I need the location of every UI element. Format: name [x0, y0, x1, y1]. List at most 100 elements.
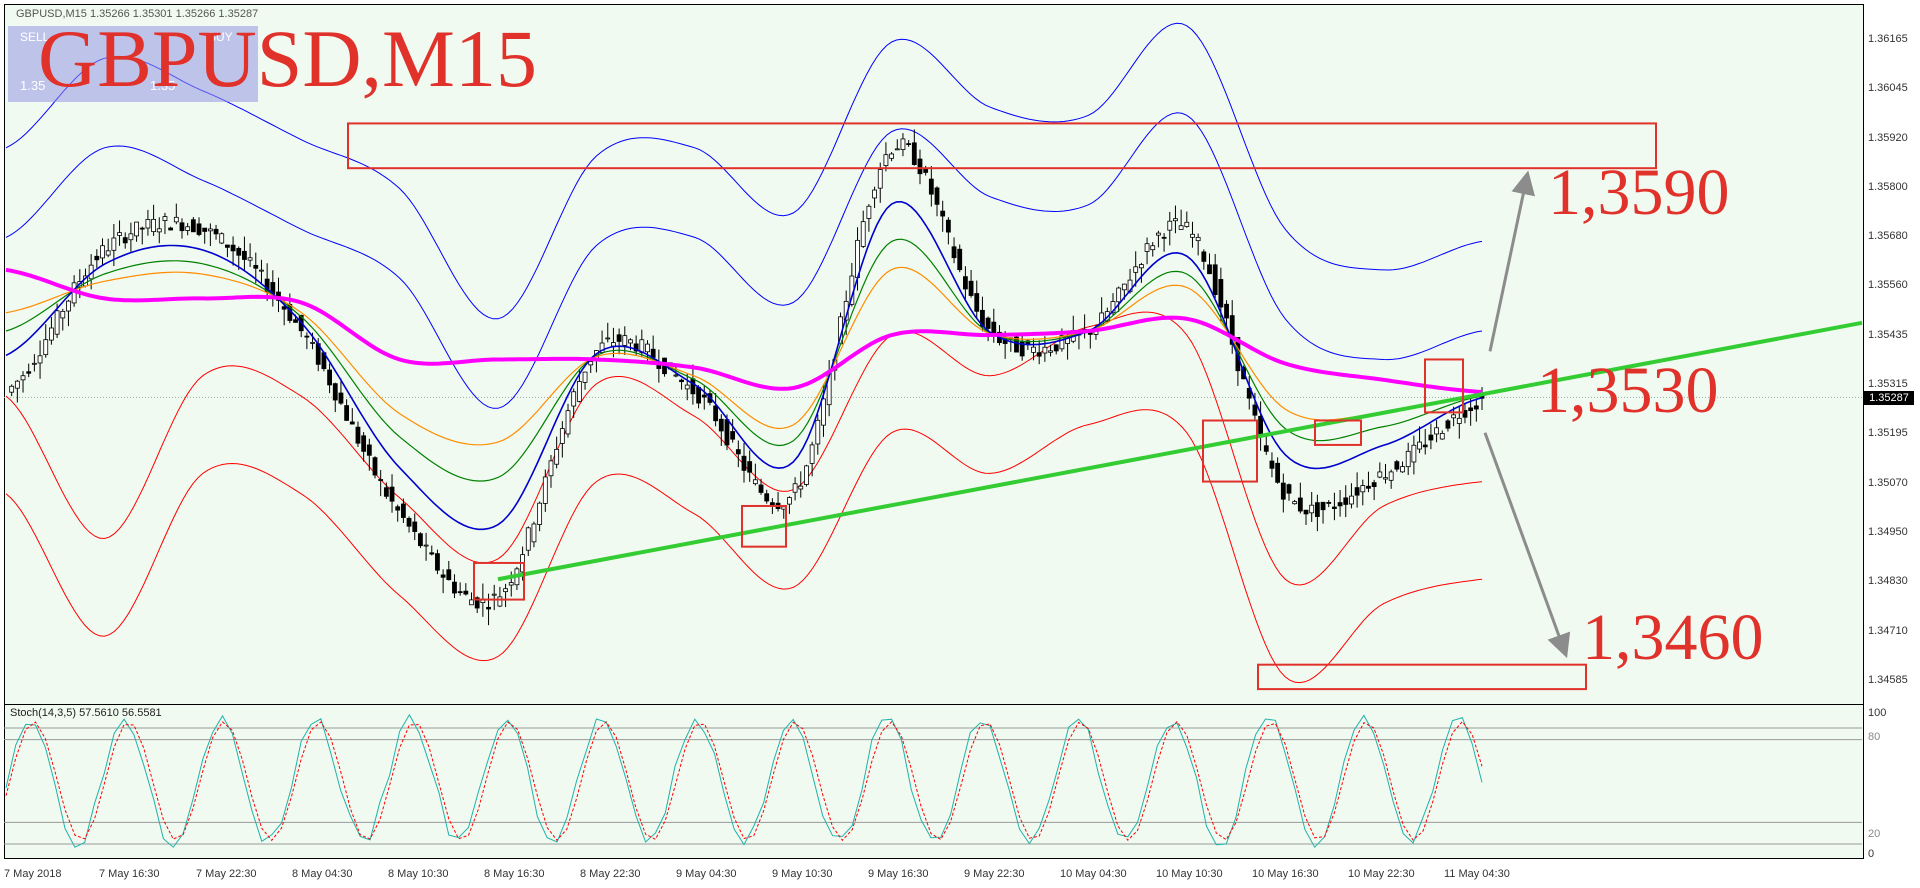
candle-body — [1377, 471, 1383, 478]
candle-body — [54, 310, 60, 335]
candle-body — [968, 280, 974, 296]
candle-body — [14, 380, 20, 389]
time-tick: 7 May 2018 — [4, 868, 62, 880]
candle-body — [911, 142, 917, 165]
candle-body — [26, 371, 32, 374]
candle-body — [1422, 444, 1428, 448]
level-label-middle: 1,3530 — [1537, 354, 1719, 427]
candle-body — [281, 306, 287, 310]
candle-body — [1116, 287, 1122, 303]
price-tick: 1.34585 — [1868, 674, 1908, 686]
candle-body — [1473, 405, 1479, 410]
candle-body — [1303, 509, 1309, 515]
candle-body — [1326, 502, 1332, 504]
candle-body — [332, 383, 338, 401]
time-tick: 10 May 16:30 — [1252, 868, 1319, 880]
candle-body — [196, 223, 202, 235]
level-label-upper: 1,3590 — [1548, 156, 1730, 229]
candle-body — [1263, 445, 1269, 452]
price-tick: 1.35435 — [1868, 329, 1908, 341]
candle-body — [1195, 236, 1201, 242]
time-tick: 11 May 04:30 — [1444, 868, 1510, 880]
current-price-badge: 1.35287 — [1864, 391, 1914, 405]
candle-body — [1275, 462, 1281, 483]
candle-body — [1178, 225, 1184, 230]
candle-body — [469, 599, 474, 606]
price-tick: 1.34950 — [1868, 526, 1908, 538]
candle-body — [491, 593, 497, 596]
candle-body — [1218, 279, 1224, 308]
candle-body — [588, 361, 594, 366]
candle-body — [1036, 352, 1042, 357]
candle-body — [1309, 504, 1315, 514]
candle-body — [1121, 283, 1127, 291]
price-tick: 1.35800 — [1868, 181, 1908, 193]
candle-body — [537, 502, 543, 525]
candle-body — [253, 264, 259, 269]
candle-body — [1320, 501, 1326, 511]
candle-body — [1349, 495, 1354, 505]
candle-body — [713, 405, 719, 422]
candle-body — [168, 227, 174, 231]
candle-body — [349, 421, 355, 425]
candle-body — [1269, 460, 1275, 469]
stoch-tick: 100 — [1868, 707, 1887, 719]
candle-body — [236, 248, 242, 256]
candle-body — [531, 523, 537, 543]
candle-body — [945, 219, 951, 233]
candle-body — [366, 444, 372, 456]
candle-body — [503, 588, 508, 593]
time-tick: 9 May 16:30 — [868, 868, 929, 880]
sma-magenta-line — [5, 267, 1483, 394]
time-tick: 7 May 22:30 — [196, 868, 257, 880]
candle-body — [1400, 466, 1405, 473]
time-tick: 9 May 10:30 — [772, 868, 833, 880]
candle-body — [571, 391, 577, 407]
candle-body — [1048, 350, 1053, 353]
candle-body — [1053, 344, 1059, 352]
candle-body — [696, 386, 701, 404]
candle-body — [134, 221, 139, 237]
candle-body — [883, 154, 889, 167]
candle-body — [622, 335, 628, 346]
candle-body — [974, 293, 980, 312]
time-tick: 10 May 22:30 — [1348, 868, 1415, 880]
candle-body — [9, 385, 15, 393]
candle-body — [605, 337, 611, 340]
candle-body — [525, 527, 531, 551]
candle-body — [1343, 497, 1349, 505]
stoch-tick: 80 — [1868, 731, 1881, 743]
candle-body — [508, 582, 514, 586]
price-tick: 1.35560 — [1868, 279, 1908, 291]
candle-body — [934, 187, 940, 205]
candle-body — [190, 219, 196, 233]
time-tick: 9 May 04:30 — [676, 868, 737, 880]
candle-body — [213, 228, 219, 235]
candle-body — [673, 374, 679, 377]
candle-body — [247, 257, 253, 261]
candle-body — [327, 369, 332, 386]
candle-body — [752, 479, 758, 485]
candle-body — [1280, 482, 1286, 500]
candle-body — [1173, 218, 1178, 222]
candle-body — [559, 428, 565, 444]
candle-body — [423, 544, 429, 547]
candle-body — [219, 233, 225, 244]
candle-body — [1133, 266, 1139, 273]
candle-body — [242, 250, 247, 260]
candle-body — [1144, 243, 1150, 252]
candle-body — [1167, 220, 1173, 231]
candle-body — [701, 394, 707, 398]
candle-body — [1258, 415, 1263, 436]
candle-body — [628, 339, 633, 344]
candle-body — [815, 419, 821, 445]
time-tick: 9 May 22:30 — [964, 868, 1025, 880]
candle-body — [435, 553, 440, 571]
candle-body — [889, 153, 894, 159]
candle-body — [872, 189, 877, 199]
candle-body — [951, 246, 957, 259]
candle-body — [1190, 233, 1195, 238]
candle-body — [730, 431, 736, 440]
time-tick: 7 May 16:30 — [99, 868, 160, 880]
candle-body — [105, 250, 111, 256]
